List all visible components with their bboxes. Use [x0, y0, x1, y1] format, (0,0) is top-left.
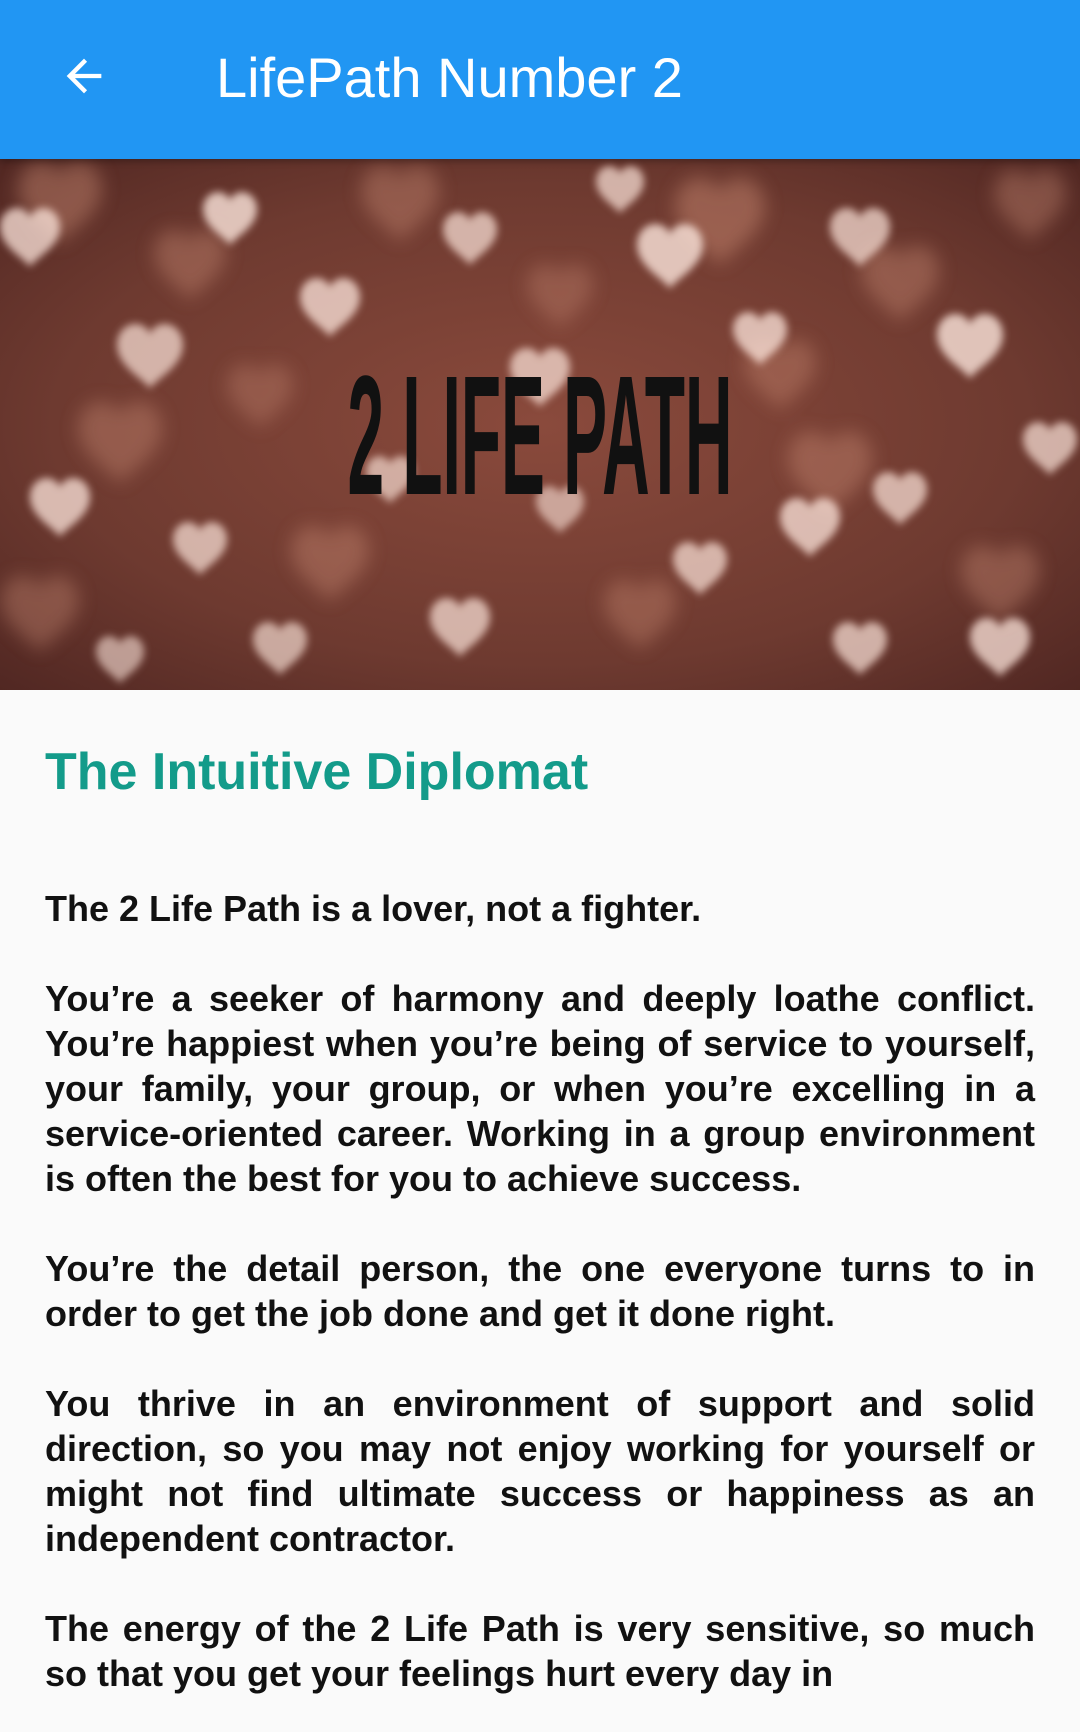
article-paragraph: The energy of the 2 Life Path is very se… [45, 1608, 1035, 1694]
arrow-back-icon [66, 58, 102, 94]
article-heading: The Intuitive Diplomat [45, 743, 589, 801]
article-paragraph: The 2 Life Path is a lover, not a fighte… [45, 888, 702, 929]
article-body: The 2 Life Path is a lover, not a fighte… [45, 886, 1035, 1696]
article-content: The Intuitive Diplomat The 2 Life Path i… [45, 690, 1035, 1732]
article-paragraph: You thrive in an environment of support … [45, 1383, 1035, 1559]
page-title: LifePath Number 2 [216, 46, 683, 109]
hero-overlay-text: 2 LIFE PATH [348, 341, 733, 531]
bokeh-hearts-image: 2 LIFE PATH [0, 159, 1080, 690]
app-screen: LifePath Number 2 2 LIFE PATH The Intuit… [0, 0, 1080, 1732]
app-bar: LifePath Number 2 [0, 0, 1080, 159]
article-paragraph: You’re the detail person, the one everyo… [45, 1248, 1035, 1334]
article-paragraph: You’re a seeker of harmony and deeply lo… [45, 978, 1035, 1199]
hero-image: 2 LIFE PATH [0, 159, 1080, 690]
back-button[interactable] [44, 36, 124, 116]
